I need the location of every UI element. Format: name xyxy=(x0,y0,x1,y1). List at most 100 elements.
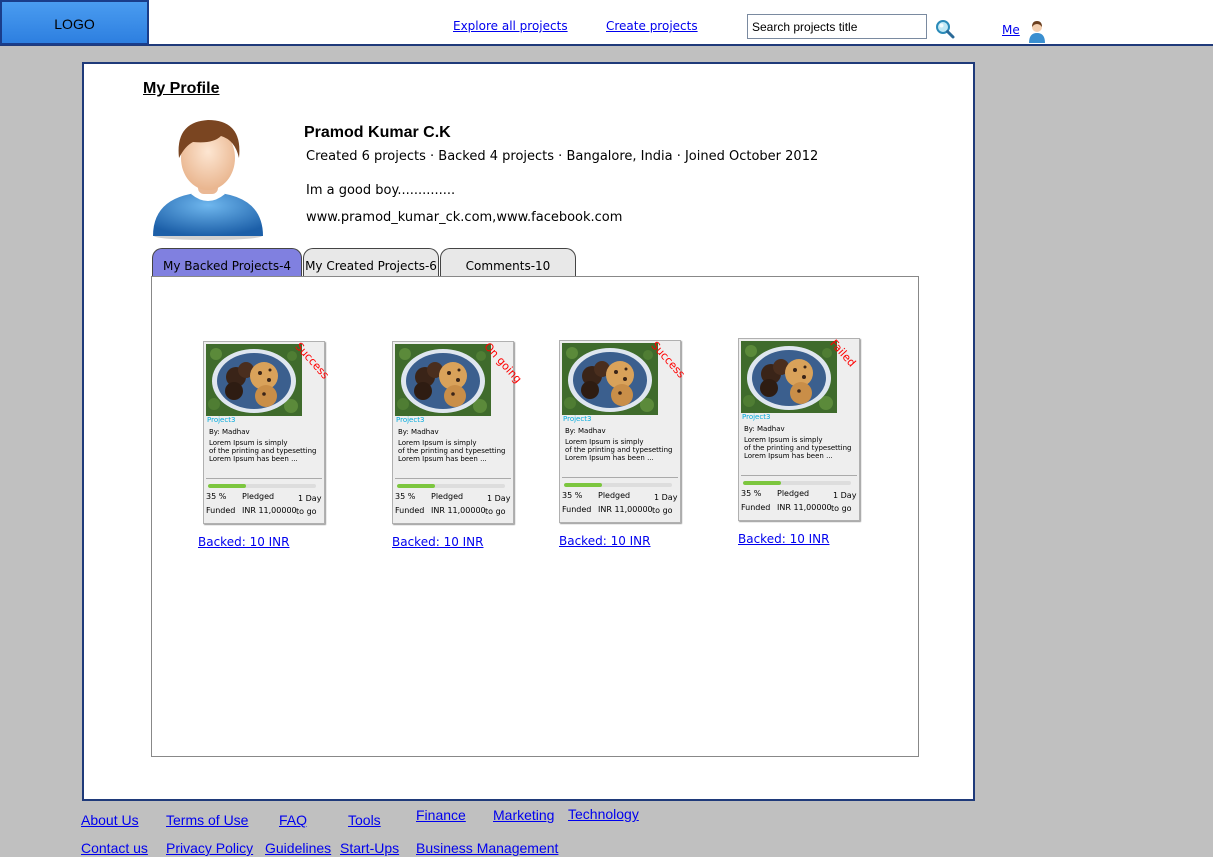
backed-amount-link[interactable]: Backed: 10 INR xyxy=(392,535,484,549)
description-line: of the printing and typesetting xyxy=(565,446,673,454)
project-thumbnail xyxy=(741,341,837,413)
pledged-label: Pledged xyxy=(242,492,275,501)
explore-projects-link[interactable]: Explore all projects xyxy=(453,19,568,33)
pledged-label: Pledged xyxy=(598,491,631,500)
days-value: 1 Day xyxy=(654,493,678,502)
days-label: to go xyxy=(485,507,506,516)
footer-startups-link[interactable]: Start-Ups xyxy=(340,840,399,856)
tab-label: Comments-10 xyxy=(465,259,551,273)
user-websites: www.pramod_kumar_ck.com,www.facebook.com xyxy=(306,210,623,225)
footer-about-link[interactable]: About Us xyxy=(81,812,139,828)
footer-business-link[interactable]: Business Management xyxy=(416,840,558,856)
funded-percent: 35 % xyxy=(206,492,227,501)
days-label: to go xyxy=(831,504,852,513)
pledged-value: INR 11,00000 xyxy=(242,506,297,515)
footer-tools-link[interactable]: Tools xyxy=(348,812,381,828)
project-title[interactable]: Project3 xyxy=(207,416,235,424)
description-line: Lorem Ipsum has been ... xyxy=(744,452,833,460)
footer-finance-link[interactable]: Finance xyxy=(416,807,466,823)
funding-progress-fill xyxy=(397,484,435,488)
project-card[interactable]: Failed Project3 By: Madhav Lorem Ipsum i… xyxy=(738,337,860,521)
funding-progress-fill xyxy=(564,483,602,487)
user-name: Pramod Kumar C.K xyxy=(304,124,451,141)
funded-label: Funded xyxy=(395,506,425,515)
funding-progress-bar xyxy=(743,481,851,485)
me-link[interactable]: Me xyxy=(1002,23,1020,37)
project-author: By: Madhav xyxy=(744,425,785,433)
funded-label: Funded xyxy=(206,506,236,515)
project-thumbnail xyxy=(206,344,302,416)
description-line: Lorem Ipsum is simply xyxy=(744,436,823,444)
footer-marketing-link[interactable]: Marketing xyxy=(493,807,554,823)
project-card[interactable]: On going Project3 By: Madhav Lorem Ipsum… xyxy=(392,340,524,524)
user-icon[interactable] xyxy=(1026,19,1048,43)
divider xyxy=(206,478,322,479)
days-value: 1 Day xyxy=(833,491,857,500)
avatar xyxy=(153,120,263,240)
pledged-label: Pledged xyxy=(777,489,810,498)
divider xyxy=(741,475,857,476)
funding-progress-fill xyxy=(743,481,781,485)
project-description: Lorem Ipsum is simply of the printing an… xyxy=(209,439,323,463)
project-title[interactable]: Project3 xyxy=(742,413,770,421)
pledged-value: INR 11,00000 xyxy=(777,503,832,512)
project-author: By: Madhav xyxy=(565,427,606,435)
project-thumbnail xyxy=(562,343,658,415)
days-label: to go xyxy=(652,506,673,515)
project-thumbnail xyxy=(395,344,491,416)
footer-faq-link[interactable]: FAQ xyxy=(279,812,307,828)
pledged-value: INR 11,00000 xyxy=(431,506,486,515)
description-line: of the printing and typesetting xyxy=(744,444,852,452)
footer-contact-link[interactable]: Contact us xyxy=(81,840,148,856)
project-author: By: Madhav xyxy=(209,428,250,436)
tab-label: My Backed Projects-4 xyxy=(162,259,292,273)
days-value: 1 Day xyxy=(298,494,322,503)
backed-amount-link[interactable]: Backed: 10 INR xyxy=(738,532,830,546)
description-line: Lorem Ipsum is simply xyxy=(565,438,644,446)
page-title: My Profile xyxy=(143,80,220,97)
profile-panel: My Profile Pramod Kumar C.K Created 6 pr… xyxy=(82,62,975,801)
description-line: Lorem Ipsum is simply xyxy=(398,439,477,447)
backed-amount-link[interactable]: Backed: 10 INR xyxy=(198,535,290,549)
funding-progress-bar xyxy=(208,484,316,488)
funding-progress-bar xyxy=(397,484,505,488)
funded-percent: 35 % xyxy=(741,489,762,498)
project-title[interactable]: Project3 xyxy=(396,416,424,424)
description-line: of the printing and typesetting xyxy=(209,447,317,455)
project-description: Lorem Ipsum is simply of the printing an… xyxy=(744,436,858,460)
divider xyxy=(395,478,511,479)
funding-progress-bar xyxy=(564,483,672,487)
search-icon[interactable] xyxy=(935,19,955,39)
top-header: LOGO Explore all projects Create project… xyxy=(0,0,1213,46)
description-line: Lorem Ipsum has been ... xyxy=(565,454,654,462)
description-line: Lorem Ipsum has been ... xyxy=(209,455,298,463)
backed-amount-link[interactable]: Backed: 10 INR xyxy=(559,534,651,548)
search-input[interactable] xyxy=(747,14,927,39)
footer-guidelines-link[interactable]: Guidelines xyxy=(265,840,331,856)
project-title[interactable]: Project3 xyxy=(563,415,591,423)
project-description: Lorem Ipsum is simply of the printing an… xyxy=(398,439,512,463)
funded-percent: 35 % xyxy=(395,492,416,501)
description-line: Lorem Ipsum is simply xyxy=(209,439,288,447)
pledged-value: INR 11,00000 xyxy=(598,505,653,514)
tab-label: My Created Projects-6 xyxy=(305,259,437,273)
footer-privacy-link[interactable]: Privacy Policy xyxy=(166,840,253,856)
project-card[interactable]: Success Project3 By: Madhav Lorem Ipsum … xyxy=(203,340,332,524)
funded-percent: 35 % xyxy=(562,491,583,500)
footer-terms-link[interactable]: Terms of Use xyxy=(166,812,248,828)
logo-text: LOGO xyxy=(54,16,95,32)
user-stats: Created 6 projects · Backed 4 projects ·… xyxy=(306,149,819,164)
days-label: to go xyxy=(296,507,317,516)
footer-technology-link[interactable]: Technology xyxy=(568,806,639,822)
tab-content-panel: Success Project3 By: Madhav Lorem Ipsum … xyxy=(151,276,919,757)
pledged-label: Pledged xyxy=(431,492,464,501)
user-bio: Im a good boy.............. xyxy=(306,183,456,198)
create-projects-link[interactable]: Create projects xyxy=(606,19,698,33)
funding-progress-fill xyxy=(208,484,246,488)
funded-label: Funded xyxy=(562,505,592,514)
logo[interactable]: LOGO xyxy=(0,0,149,45)
project-description: Lorem Ipsum is simply of the printing an… xyxy=(565,438,679,462)
days-value: 1 Day xyxy=(487,494,511,503)
project-card[interactable]: Success Project3 By: Madhav Lorem Ipsum … xyxy=(559,339,688,523)
description-line: of the printing and typesetting xyxy=(398,447,506,455)
